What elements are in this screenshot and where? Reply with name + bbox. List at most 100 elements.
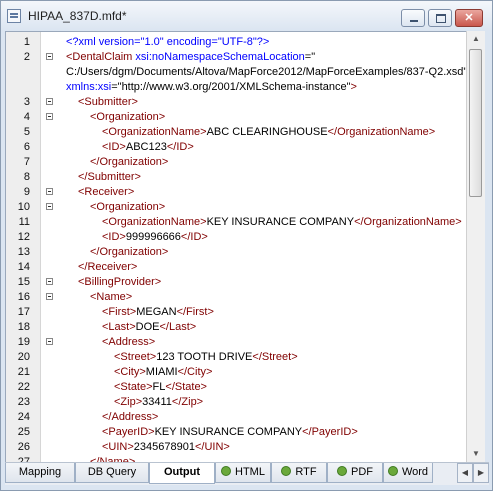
code-line[interactable]: 2 <DentalClaim xsi:noNamespaceSchemaLocat… [6,49,472,64]
code-text: </Address> [102,411,158,423]
line-number: 16 [17,291,30,303]
code-line[interactable]: 25 <PayerID>KEY INSURANCE COMPANY</PayerI… [6,424,472,439]
tab-word[interactable]: Word [383,463,433,483]
green-circle-icon [387,466,398,476]
token-tag: <ID> [102,141,126,153]
code-text: <BillingProvider> [78,276,161,288]
tab-mapping[interactable]: Mapping [5,463,75,483]
token-tag: <Submitter> [78,96,138,108]
token-val: KEY INSURANCE COMPANY [154,426,303,438]
document-window: HIPAA_837D.mfd* ✕ 1 <?xml version="1.0" e… [0,0,493,491]
tab-pdf[interactable]: PDF [327,463,383,483]
scrollbar-thumb[interactable] [469,49,482,197]
token-tag: </Organization> [90,246,169,258]
code-line[interactable]: 21 <City>MIAMI</City> [6,364,472,379]
fold-toggle-icon[interactable] [46,113,53,120]
tab-label: Word [401,466,429,478]
tab-label: DB Query [87,466,137,478]
token-val: MIAMI [145,366,178,378]
token-attr: xsi:noNamespaceSchemaLocation [135,51,305,63]
code-line[interactable]: 4 <Organization> [6,109,472,124]
line-number: 14 [17,261,30,273]
code-text: xmlns:xsi="http://www.w3.org/2001/XMLSch… [66,81,357,93]
code-line[interactable]: 15 <BillingProvider> [6,274,472,289]
maximize-button[interactable] [428,9,452,27]
tab-output[interactable]: Output [149,463,215,484]
code-line[interactable]: 11 <OrganizationName>KEY INSURANCE COMPAN… [6,214,472,229]
code-line[interactable]: 5 <OrganizationName>ABC CLEARINGHOUSE</Or… [6,124,472,139]
line-number: 2 [23,51,30,63]
fold-toggle-icon[interactable] [46,203,53,210]
line-number: 9 [23,186,30,198]
code-line[interactable]: 9 <Receiver> [6,184,472,199]
minimize-button[interactable] [401,9,425,27]
fold-toggle-icon[interactable] [46,338,53,345]
code-line[interactable]: 13 </Organization> [6,244,472,259]
scroll-down-icon[interactable]: ▼ [467,446,485,462]
close-button[interactable]: ✕ [455,9,483,27]
code-line[interactable]: 20 <Street>123 TOOTH DRIVE</Street> [6,349,472,364]
code-line[interactable]: 22 <State>FL</State> [6,379,472,394]
line-number: 17 [17,306,30,318]
token-tag: </Submitter> [78,171,141,183]
code-line[interactable]: C:/Users/dgm/Documents/Altova/MapForce20… [6,64,472,79]
tab-label: Mapping [18,466,62,478]
code-line[interactable]: 7 </Organization> [6,154,472,169]
green-circle-icon [221,466,232,476]
tab-label: Output [163,466,201,478]
token-tag: <First> [102,306,137,318]
fold-toggle-icon[interactable] [46,278,53,285]
code-text: </Submitter> [78,171,141,183]
code-line[interactable]: 17 <First>MEGAN</First> [6,304,472,319]
fold-toggle-icon[interactable] [46,188,53,195]
tab-scroll-right-icon[interactable]: ▶ [473,463,489,483]
vertical-scrollbar[interactable]: ▲ ▼ [466,31,485,462]
token-tag: <Zip> [114,396,143,408]
line-number: 24 [17,411,30,423]
code-line[interactable]: 12 <ID>999996666</ID> [6,229,472,244]
code-line[interactable]: 19 <Address> [6,334,472,349]
code-line[interactable]: 23 <Zip>33411</Zip> [6,394,472,409]
xml-output-editor[interactable]: 1 <?xml version="1.0" encoding="UTF-8"?> 2… [5,31,472,464]
token-val: ="http://www.w3.org/2001/XMLSchema-insta… [111,81,351,93]
code-text: <Last>DOE</Last> [102,321,196,333]
tab-html[interactable]: HTML [215,463,271,483]
token-tag: <Last> [102,321,136,333]
code-line[interactable]: 1 <?xml version="1.0" encoding="UTF-8"?> [6,34,472,49]
code-line[interactable]: xmlns:xsi="http://www.w3.org/2001/XMLSch… [6,79,472,94]
token-tag: </ID> [166,141,194,153]
code-line[interactable]: 8 </Submitter> [6,169,472,184]
code-line[interactable]: 14 </Receiver> [6,259,472,274]
line-number: 13 [17,246,30,258]
code-line[interactable]: 10 <Organization> [6,199,472,214]
fold-toggle-icon[interactable] [46,293,53,300]
code-text: C:/Users/dgm/Documents/Altova/MapForce20… [66,66,467,78]
token-val: DOE [135,321,160,333]
token-tag: <PayerID> [102,426,155,438]
tab-rtf[interactable]: RTF [271,463,327,483]
code-line[interactable]: 18 <Last>DOE</Last> [6,319,472,334]
tab-db-query[interactable]: DB Query [75,463,149,483]
token-tag: <Organization> [90,111,166,123]
token-tag: </Street> [252,351,298,363]
code-text: <OrganizationName>KEY INSURANCE COMPANY<… [102,216,462,228]
code-line[interactable]: 16 <Name> [6,289,472,304]
line-number: 19 [17,336,30,348]
token-tag: </Organization> [90,156,169,168]
token-tag: </Address> [102,411,159,423]
code-text: <ID>999996666</ID> [102,231,208,243]
tab-scroll-left-icon[interactable]: ◀ [457,463,473,483]
code-line[interactable]: 6 <ID>ABC123</ID> [6,139,472,154]
fold-toggle-icon[interactable] [46,98,53,105]
code-text: <UIN>2345678901</UIN> [102,441,230,453]
code-line[interactable]: 3 <Submitter> [6,94,472,109]
line-number: 12 [17,231,30,243]
title-bar[interactable]: HIPAA_837D.mfd* ✕ [1,1,492,31]
code-text: <DentalClaim xsi:noNamespaceSchemaLocati… [66,51,315,63]
scroll-up-icon[interactable]: ▲ [467,31,485,47]
code-text: <Street>123 TOOTH DRIVE</Street> [114,351,298,363]
code-line[interactable]: 24 </Address> [6,409,472,424]
code-line[interactable]: 26 <UIN>2345678901</UIN> [6,439,472,454]
line-number: 21 [17,366,30,378]
fold-toggle-icon[interactable] [46,53,53,60]
